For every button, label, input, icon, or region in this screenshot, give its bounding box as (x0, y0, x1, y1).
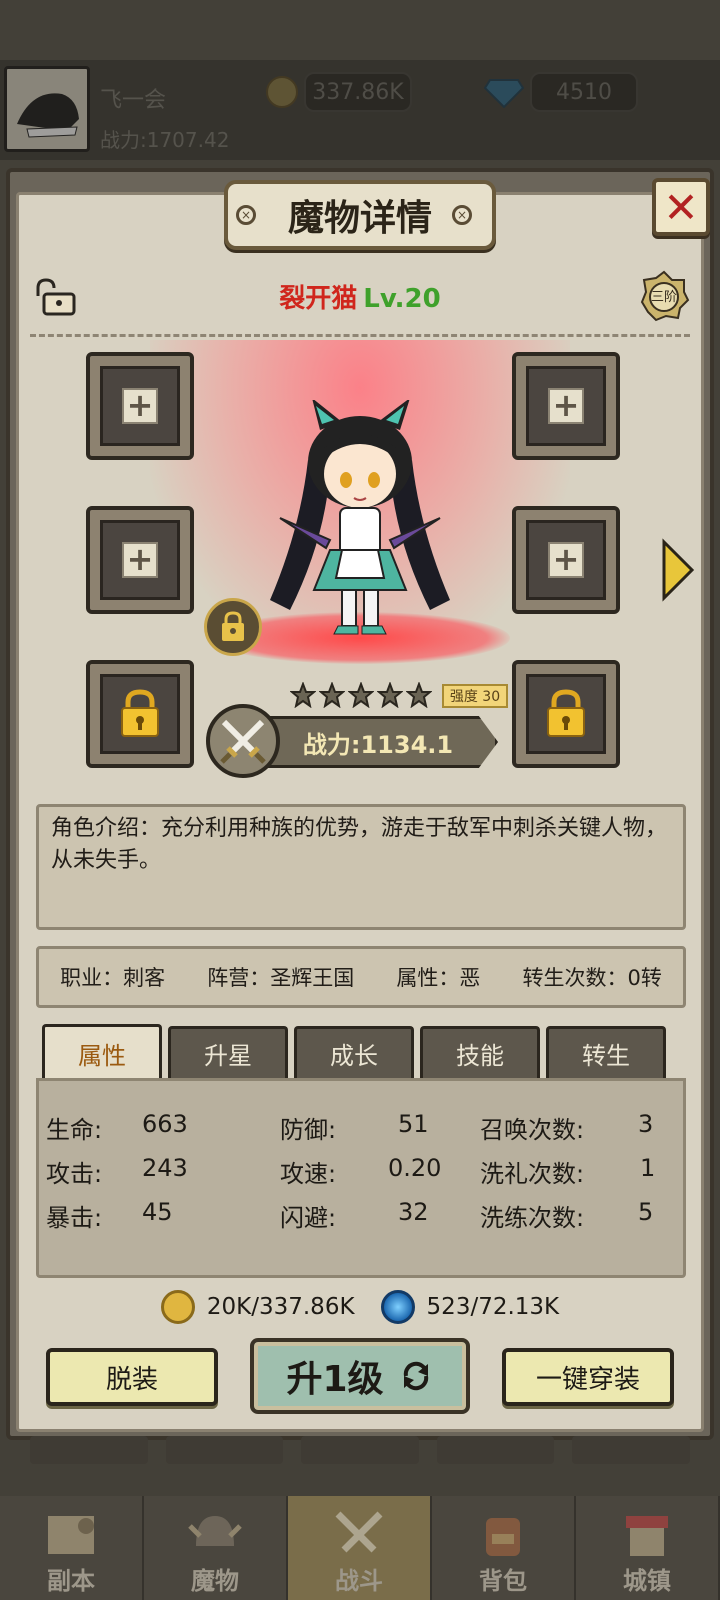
nav-label: 背包 (479, 1567, 527, 1595)
character-lock-button[interactable] (204, 598, 262, 656)
orb-cost: 523/72.13K (426, 1294, 560, 1320)
stat-label: 召唤次数: (480, 1116, 585, 1144)
screw-icon: × (452, 205, 472, 225)
monster-character-image (250, 398, 470, 650)
equip-slot-3-locked[interactable] (86, 660, 194, 768)
stat-label: 闪避: (280, 1204, 337, 1232)
nav-label: 副本 (47, 1567, 95, 1595)
tab-growth[interactable]: 成长 (294, 1026, 414, 1078)
stat-label: 攻击: (46, 1160, 103, 1188)
monster-name: 裂开猫 (279, 284, 358, 314)
lock-icon (547, 689, 585, 737)
rank-label: 三阶 (650, 290, 677, 305)
tab-rebirth[interactable]: 转生 (546, 1026, 666, 1078)
next-arrow-icon[interactable] (660, 538, 696, 602)
info-row: 职业：刺客 阵营：圣辉王国 属性：恶 转生次数：0转 (36, 946, 686, 1008)
refresh-icon (403, 1361, 428, 1391)
crossed-swords-icon (206, 704, 280, 778)
star-icon (290, 682, 316, 708)
plus-icon: + (122, 542, 158, 578)
stat-label: 防御: (280, 1116, 337, 1144)
tab-star-up[interactable]: 升星 (168, 1026, 288, 1078)
monster-level: Lv.20 (363, 284, 441, 314)
nav-town[interactable]: 城镇 (576, 1496, 720, 1600)
stat-label: 洗练次数: (480, 1204, 585, 1232)
equip-slot-5[interactable]: + (512, 506, 620, 614)
stat-value-spd: 0.20 (388, 1154, 442, 1182)
nav-monster[interactable]: 魔物 (144, 1496, 288, 1600)
stat-value-dodge: 32 (398, 1198, 429, 1226)
level-up-button[interactable]: 升1级 (250, 1338, 470, 1414)
rebirth-label: 转生次数：0转 (522, 966, 662, 990)
crossed-swords-icon (335, 1511, 383, 1553)
star-icon (319, 682, 345, 708)
shop-icon (626, 1516, 668, 1556)
tab-skills[interactable]: 技能 (420, 1026, 540, 1078)
stat-value-def: 51 (398, 1110, 429, 1138)
equip-slot-1[interactable]: + (86, 352, 194, 460)
plus-icon: + (122, 388, 158, 424)
backpack-icon (486, 1518, 520, 1556)
upgrade-cost: 20K/337.86K 523/72.13K (0, 1290, 720, 1324)
unequip-button[interactable]: 脱装 (46, 1348, 218, 1406)
stat-value-summon: 3 (638, 1110, 654, 1138)
combat-power: 战力:1134.1 (258, 716, 498, 768)
star-rating (290, 682, 432, 708)
monster-title: 裂开猫 Lv.20 (0, 278, 720, 315)
lock-icon (121, 689, 159, 737)
close-button[interactable]: ✕ (652, 178, 710, 236)
nav-label: 战斗 (335, 1567, 383, 1595)
stat-label: 生命: (46, 1116, 103, 1144)
lock-icon (222, 611, 244, 641)
divider (30, 334, 690, 337)
stat-value-atk: 243 (142, 1154, 188, 1182)
monster-helmet-icon (188, 1516, 242, 1546)
stat-value-crit: 45 (142, 1198, 173, 1226)
stats-panel (36, 1078, 686, 1278)
plus-icon: + (548, 388, 584, 424)
level-up-label: 升1级 (286, 1359, 384, 1400)
attr-label: 属性：恶 (396, 966, 481, 990)
orb-icon (380, 1290, 415, 1324)
star-icon (348, 682, 374, 708)
nav-label: 魔物 (191, 1567, 239, 1595)
gold-coin-icon (160, 1290, 195, 1324)
plus-icon: + (548, 542, 584, 578)
job-label: 职业：刺客 (60, 966, 166, 990)
stat-value-refine: 5 (638, 1198, 654, 1226)
nav-dungeon[interactable]: 副本 (0, 1496, 144, 1600)
camp-label: 阵营：圣辉王国 (207, 966, 355, 990)
description-box: 角色介绍：充分利用种族的优势，游走于敌军中刺杀关键人物，从未失手。 (36, 804, 686, 930)
equip-slot-2[interactable]: + (86, 506, 194, 614)
bottom-nav: 副本 魔物 战斗 背包 城镇 (0, 1496, 720, 1600)
background-list-strip (30, 1436, 690, 1464)
equip-slot-4[interactable]: + (512, 352, 620, 460)
nav-battle[interactable]: 战斗 (288, 1496, 432, 1600)
stat-label: 暴击: (46, 1204, 103, 1232)
nav-label: 城镇 (623, 1567, 671, 1595)
map-scroll-icon (48, 1516, 94, 1554)
gold-cost: 20K/337.86K (206, 1294, 355, 1320)
stat-value-baptism: 1 (640, 1154, 656, 1182)
equip-all-button[interactable]: 一键穿装 (502, 1348, 674, 1406)
strength-badge: 强度 30 (442, 684, 508, 708)
tab-attributes[interactable]: 属性 (42, 1024, 162, 1080)
star-icon (377, 682, 403, 708)
screw-icon: × (236, 205, 256, 225)
stat-value-hp: 663 (142, 1110, 188, 1138)
equip-slot-6-locked[interactable] (512, 660, 620, 768)
stat-label: 洗礼次数: (480, 1160, 585, 1188)
star-icon (406, 682, 432, 708)
stat-label: 攻速: (280, 1160, 337, 1188)
nav-bag[interactable]: 背包 (432, 1496, 576, 1600)
